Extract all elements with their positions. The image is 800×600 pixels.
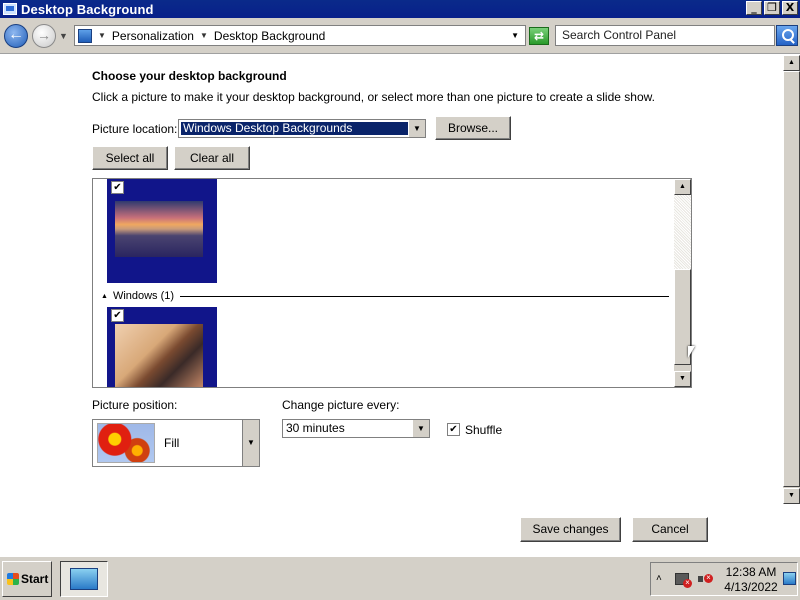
- clock-date[interactable]: 4/13/2022: [721, 580, 781, 594]
- picture-checkbox[interactable]: ✔: [111, 309, 124, 322]
- search-input[interactable]: Search Control Panel: [555, 25, 775, 46]
- chevron-down-icon[interactable]: ▼: [412, 420, 429, 437]
- breadcrumb[interactable]: ▼ Personalization ▼ Desktop Background ▼: [74, 25, 526, 46]
- picture-tile[interactable]: ✔: [107, 179, 217, 283]
- picture-position-select[interactable]: Fill ▼: [92, 419, 260, 467]
- group-header[interactable]: ▲ Windows (1): [101, 289, 669, 303]
- select-all-button[interactable]: Select all: [92, 146, 168, 170]
- group-divider: [180, 295, 669, 297]
- clock-time[interactable]: 12:38 AM: [721, 565, 781, 579]
- breadcrumb-separator-icon[interactable]: ▼: [98, 31, 106, 40]
- minimize-button[interactable]: _: [746, 1, 762, 15]
- picture-location-value: Windows Desktop Backgrounds: [181, 122, 409, 135]
- title-bar: Desktop Background _ ❐ X: [0, 0, 800, 18]
- picture-location-select[interactable]: Windows Desktop Backgrounds ▼: [178, 119, 426, 138]
- forward-button[interactable]: →: [32, 24, 56, 48]
- picture-position-label: Picture position:: [92, 398, 178, 412]
- cancel-button[interactable]: Cancel: [632, 517, 708, 542]
- lake-sunset-thumbnail: [115, 201, 203, 257]
- close-button[interactable]: X: [782, 1, 798, 15]
- picture-tile[interactable]: ✔: [107, 307, 217, 387]
- refresh-button[interactable]: ⇄: [529, 27, 549, 45]
- restore-button[interactable]: ❐: [764, 1, 780, 15]
- picture-position-value: Fill: [164, 436, 180, 450]
- picture-gallery: ✔ ▲ Windows (1) ✔ ▲ ▼: [92, 178, 692, 388]
- shuffle-label[interactable]: Shuffle: [465, 423, 502, 437]
- start-button[interactable]: Start: [2, 561, 52, 597]
- recent-pages-dropdown[interactable]: ▼: [59, 31, 68, 41]
- control-panel-icon: [3, 3, 17, 15]
- main-content: Choose your desktop background Click a p…: [0, 55, 783, 555]
- browse-button[interactable]: Browse...: [435, 116, 511, 140]
- scroll-up-icon[interactable]: ▲: [783, 55, 800, 71]
- window-controls: _ ❐ X: [746, 1, 798, 15]
- picture-checkbox[interactable]: ✔: [111, 181, 124, 194]
- breadcrumb-personalization[interactable]: Personalization: [112, 29, 194, 43]
- clear-all-button[interactable]: Clear all: [174, 146, 250, 170]
- breadcrumb-desktop-background[interactable]: Desktop Background: [214, 29, 325, 43]
- chevron-down-icon[interactable]: ▼: [408, 120, 425, 137]
- window-title: Desktop Background: [21, 1, 154, 17]
- chevron-down-icon[interactable]: ▼: [242, 420, 259, 466]
- breadcrumb-separator-icon[interactable]: ▼: [200, 31, 208, 40]
- search-icon[interactable]: [776, 25, 798, 46]
- page-description: Click a picture to make it your desktop …: [92, 90, 655, 104]
- start-label: Start: [21, 572, 49, 586]
- network-disconnected-icon[interactable]: [675, 573, 692, 588]
- back-button[interactable]: ←: [4, 24, 28, 48]
- system-tray: ˄ 12:38 AM 4/13/2022: [650, 562, 798, 596]
- scroll-up-icon[interactable]: ▲: [674, 179, 691, 195]
- picture-location-label: Picture location:: [92, 122, 178, 136]
- flower-preview-icon: [97, 423, 155, 463]
- change-interval-select[interactable]: 30 minutes ▼: [282, 419, 430, 438]
- show-desktop-icon[interactable]: [783, 572, 796, 585]
- taskbar-control-panel-button[interactable]: [60, 561, 108, 597]
- taskbar: Start ˄ 12:38 AM 4/13/2022: [0, 556, 800, 600]
- shuffle-checkbox[interactable]: ✔: [447, 423, 460, 436]
- mouse-cursor-icon: [688, 346, 695, 358]
- address-dropdown-icon[interactable]: ▼: [511, 31, 519, 40]
- scroll-down-icon[interactable]: ▼: [674, 371, 691, 387]
- group-label: Windows (1): [112, 290, 175, 302]
- control-panel-icon: [78, 28, 92, 43]
- page-title: Choose your desktop background: [92, 69, 287, 83]
- control-panel-icon: [70, 568, 98, 590]
- page-scrollbar[interactable]: ▲ ▼: [783, 55, 800, 504]
- windows-logo-icon: [7, 573, 19, 585]
- change-picture-label: Change picture every:: [282, 398, 400, 412]
- scroll-track[interactable]: [674, 195, 691, 269]
- collapse-triangle-icon[interactable]: ▲: [101, 293, 108, 300]
- chocolate-thumbnail: [115, 324, 203, 387]
- scroll-down-icon[interactable]: ▼: [783, 488, 800, 504]
- address-bar: ← → ▼ ▼ Personalization ▼ Desktop Backgr…: [0, 18, 800, 54]
- save-changes-button[interactable]: Save changes: [520, 517, 621, 542]
- change-interval-value: 30 minutes: [286, 421, 345, 435]
- show-hidden-icons-icon[interactable]: ˄: [656, 573, 662, 584]
- volume-muted-icon[interactable]: [698, 572, 713, 586]
- scroll-thumb[interactable]: [783, 71, 800, 487]
